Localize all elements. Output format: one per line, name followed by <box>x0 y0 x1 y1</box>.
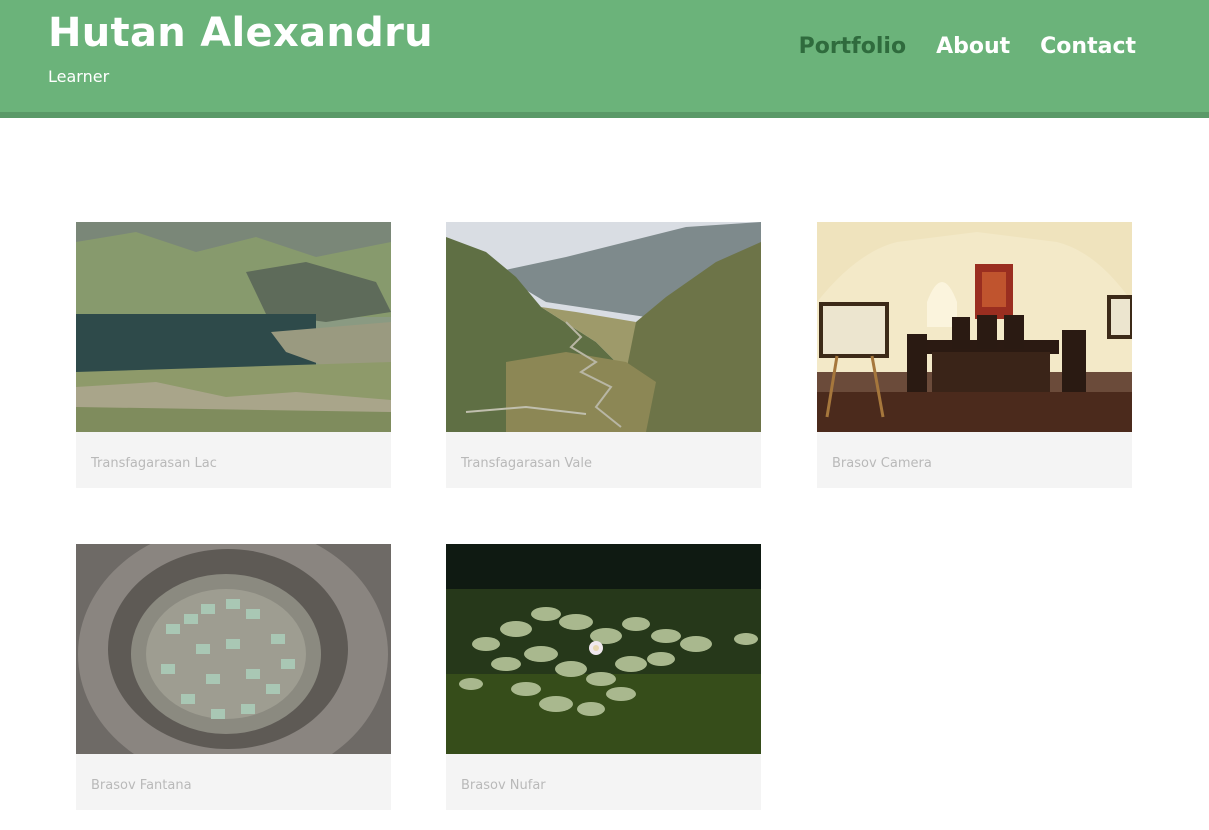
portfolio-item-caption[interactable]: Brasov Nufar <box>461 777 546 795</box>
portfolio-item-transfagarasan-vale[interactable]: Transfagarasan Vale <box>446 222 761 488</box>
site-title[interactable]: Hutan Alexandru <box>48 6 433 60</box>
portfolio-item-caption[interactable]: Transfagarasan Vale <box>461 455 592 473</box>
portfolio-item-caption[interactable]: Brasov Fantana <box>91 777 192 795</box>
nav-about-link[interactable]: About <box>936 32 1010 62</box>
portfolio-image-water-lilies[interactable] <box>446 544 761 754</box>
portfolio-item-transfagarasan-lac[interactable]: Transfagarasan Lac <box>76 222 391 488</box>
portfolio-image-wishing-well[interactable] <box>76 544 391 754</box>
portfolio-image-mountain-lake[interactable] <box>76 222 391 432</box>
main-nav: Portfolio About Contact <box>799 32 1136 62</box>
portfolio-item-caption[interactable]: Brasov Camera <box>832 455 932 473</box>
portfolio-item-brasov-fantana[interactable]: Brasov Fantana <box>76 544 391 810</box>
nav-portfolio-link[interactable]: Portfolio <box>799 32 907 62</box>
site-header: Hutan Alexandru Learner Portfolio About … <box>0 0 1209 118</box>
portfolio-item-brasov-camera[interactable]: Brasov Camera <box>817 222 1132 488</box>
portfolio-image-castle-room[interactable] <box>817 222 1132 432</box>
portfolio-item-brasov-nufar[interactable]: Brasov Nufar <box>446 544 761 810</box>
site-tagline: Learner <box>48 67 110 86</box>
portfolio-item-caption[interactable]: Transfagarasan Lac <box>91 455 217 473</box>
portfolio-image-mountain-valley[interactable] <box>446 222 761 432</box>
nav-contact-link[interactable]: Contact <box>1040 32 1136 62</box>
